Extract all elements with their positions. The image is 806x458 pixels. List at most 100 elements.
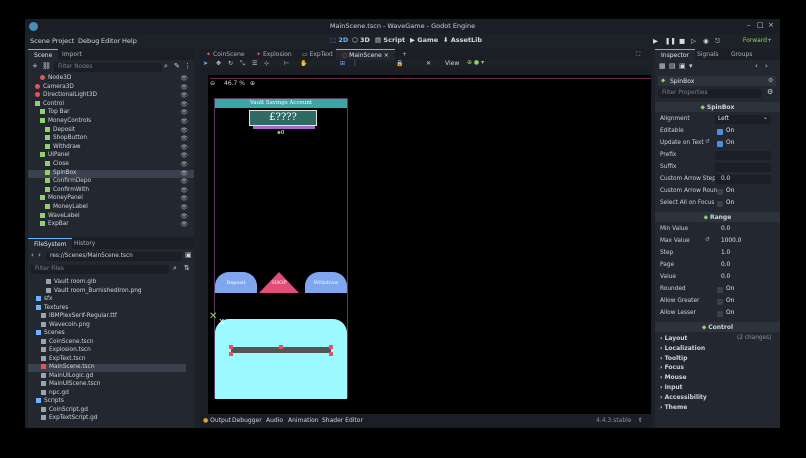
remote-icon[interactable]: ⎋ [715,37,720,46]
load-resource-icon[interactable]: ▤ [669,62,676,70]
path-field[interactable]: res://Scenes/MainScene.tscn [46,252,182,261]
node-settings-icon[interactable]: ⚙ [768,77,773,84]
menu-editor[interactable]: Editor [101,37,120,45]
visibility-icon[interactable]: 👁 [180,187,188,194]
scene-node-confirmwith[interactable]: ConfirmWith 👁 [28,186,194,195]
tab-inspector[interactable]: Inspector [655,49,695,60]
scene-node-spinbox[interactable]: SpinBox 👁 [28,169,194,178]
category-localization[interactable]: › Localization [660,345,705,352]
min-value[interactable]: 0.0 [721,226,730,232]
object-selector[interactable]: ⬥ SpinBox ⚙ [658,76,776,86]
range-section[interactable]: ⬥ Range [655,212,780,222]
search-files-icon[interactable]: ⌕ [173,264,177,273]
scene-node-camera3d[interactable]: Camera3D 👁 [28,83,194,92]
visibility-icon[interactable]: 👁 [180,204,188,211]
mode-3d-button[interactable]: ⬡ 3D [352,36,370,44]
visibility-icon[interactable]: 👁 [180,144,188,151]
tab-exptext[interactable]: ▭ ExpText [296,49,339,60]
view-menu[interactable]: View [445,60,459,67]
visibility-icon[interactable]: 👁 [180,135,188,142]
file-item[interactable]: Vault room.glb [28,279,186,287]
tab-scene[interactable]: Scene [28,49,59,60]
pin-icon[interactable]: ⇧ [638,417,643,424]
grid-snap-icon[interactable]: ⋮ [352,60,358,67]
keyframe-icon[interactable]: ⊕ ● ▾ [467,59,484,66]
handle-right[interactable] [329,345,333,349]
distraction-free-icon[interactable]: ⛶ [630,49,646,60]
tab-coinscene[interactable]: ✦ CoinScene [200,49,251,60]
visibility-icon[interactable]: 👁 [180,170,188,177]
select-all-checkbox[interactable] [717,201,723,207]
file-item[interactable]: npc.gd [28,389,186,398]
lock-icon[interactable]: 🔒 [396,60,403,67]
control-section[interactable]: ⬥ Control [655,322,780,332]
zoom-out-icon[interactable]: ⊖ [210,80,215,87]
scene-node-moneylabel[interactable]: MoneyLabel 👁 [28,204,194,212]
rotate-tool-icon[interactable]: ↻ [228,60,233,67]
zoom-level[interactable]: 46.7 % [224,80,245,87]
play-scene-icon[interactable]: ▷ [691,37,696,45]
scene-node-shopbutton[interactable]: ShopButton 👁 [28,135,194,143]
allow-greater-checkbox[interactable] [717,299,723,305]
close-window-icon[interactable]: × [768,21,774,29]
editable-checkbox[interactable] [717,129,723,135]
list-tool-icon[interactable]: ☰ [252,60,257,67]
close-x-icon[interactable]: ✕ [209,311,217,322]
move-tool-icon[interactable]: ✥ [216,60,221,67]
mode-game-button[interactable]: ▶ Game [410,36,438,44]
tab-filesystem[interactable]: FileSystem [28,238,73,249]
max-revert-icon[interactable]: ↺ [705,237,710,243]
visibility-icon[interactable]: 👁 [180,152,188,159]
allow-lesser-checkbox[interactable] [717,311,723,317]
category-input[interactable]: › Input [660,384,683,391]
handle-mid[interactable] [279,345,283,349]
max-value[interactable]: 1000.0 [721,238,741,244]
pivot-tool-icon[interactable]: ⊹ [264,60,269,67]
handle-bl[interactable] [229,352,233,356]
output-tab[interactable]: ● Output [203,417,231,424]
debugger-tab[interactable]: Debugger [232,417,262,424]
category-accessibility[interactable]: › Accessibility [660,394,707,401]
visibility-icon[interactable]: 👁 [180,127,188,134]
scene-node-deposit[interactable]: Deposit 👁 [28,126,194,135]
play-icon[interactable]: ▶ [653,37,658,45]
scene-node-moneycontrols[interactable]: MoneyControls 👁 [28,118,194,126]
back-icon[interactable]: ‹ [31,251,34,259]
visibility-icon[interactable]: 👁 [180,75,188,82]
visibility-icon[interactable]: 👁 [180,101,188,108]
update-on-text-checkbox[interactable] [717,141,723,147]
spinbox-section[interactable]: ⬥ SpinBox [655,102,780,112]
link-icon[interactable]: ⛓ [42,62,51,70]
revert-icon[interactable]: ↺ [705,139,710,145]
pan-tool-icon[interactable]: ✋ [300,60,307,67]
visibility-icon[interactable]: 👁 [180,118,188,125]
filter-files-input[interactable]: Filter Files [31,265,169,274]
category-tooltip[interactable]: › Tooltip [660,355,687,362]
rounded-checkbox[interactable] [717,287,723,293]
filter-nodes-input[interactable]: Filter Nodes [54,63,162,72]
value-value[interactable]: 0.0 [721,274,730,280]
snap-icon[interactable]: ⊞ [340,60,345,67]
tab-signals[interactable]: Signals [691,49,725,60]
folder-item[interactable]: Scripts [28,398,186,406]
history-back-icon[interactable]: ‹ [755,62,758,70]
shop-button[interactable]: SHOP [259,272,299,293]
select-tool-icon[interactable]: ➤ [203,60,208,67]
file-item[interactable]: ExpTextScript.gd [28,415,186,423]
zoom-in-icon[interactable]: ⊕ [250,80,255,87]
withdraw-button[interactable]: Withdraw [305,272,347,293]
step-value[interactable]: 1.0 [721,250,730,256]
filter-properties-input[interactable]: Filter Properties [658,89,762,98]
add-node-icon[interactable]: + [32,62,38,70]
spinbox-preview[interactable]: ⬥0 [277,130,284,137]
tab-import[interactable]: Import [56,49,88,60]
handle-br[interactable] [329,352,333,356]
visibility-icon[interactable]: 👁 [180,195,188,202]
menu-project[interactable]: Project [52,37,74,45]
scene-node-close[interactable]: Close 👁 [28,161,194,169]
visibility-icon[interactable]: 👁 [180,221,188,228]
file-item[interactable]: MainUIScene.tscn [28,381,186,389]
menu-scene[interactable]: Scene [30,37,50,45]
mode-assetlib-button[interactable]: ⬇ AssetLib [443,36,482,44]
bone-icon[interactable]: ✕ [426,60,431,67]
